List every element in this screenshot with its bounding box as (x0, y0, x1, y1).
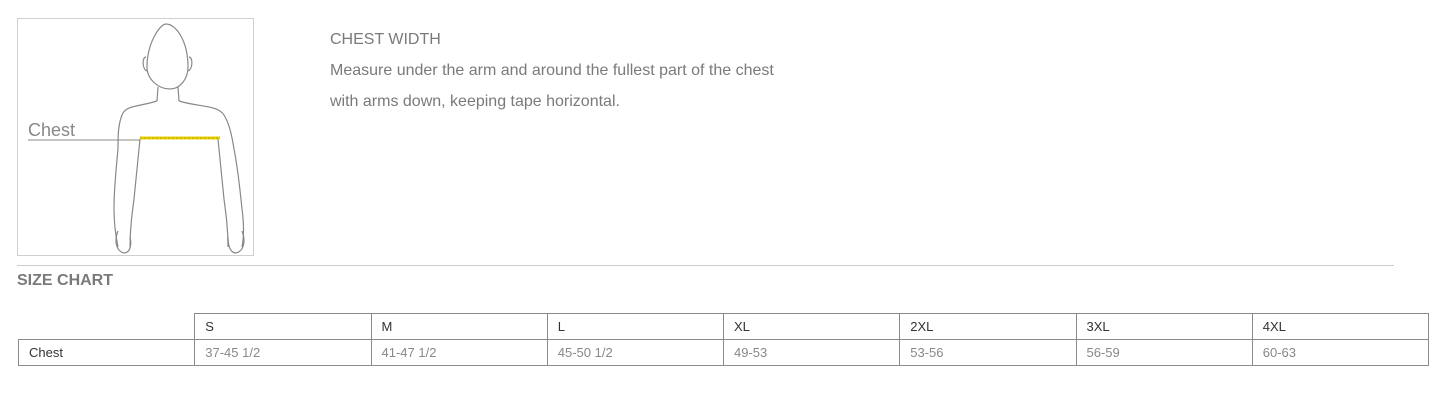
header-corner-cell (18, 313, 196, 340)
measurement-description: CHEST WIDTH Measure under the arm and ar… (330, 24, 890, 117)
chest-value-xl: 49-53 (722, 339, 901, 366)
figure-label-chest: Chest (28, 120, 76, 140)
size-header-xl: XL (722, 313, 901, 340)
chest-value-3xl: 56-59 (1075, 339, 1253, 366)
row-label-chest: Chest (17, 339, 196, 366)
chest-value-l: 45-50 1/2 (546, 339, 725, 366)
chest-value-2xl: 53-56 (899, 339, 1077, 366)
measurement-instruction-line-1: Measure under the arm and around the ful… (330, 62, 774, 79)
size-header-row: S M L XL 2XL 3XL 4XL (18, 313, 1430, 340)
size-header-2xl: 2XL (899, 313, 1077, 340)
size-header-m: M (370, 313, 548, 340)
table-row: Chest 37-45 1/2 41-47 1/2 45-50 1/2 49-5… (17, 339, 1430, 366)
measurement-instruction-line-2: with arms down, keeping tape horizontal. (330, 93, 620, 110)
size-chart-table: S M L XL 2XL 3XL 4XL Chest 37-45 1/2 41-… (17, 313, 1430, 366)
size-chart-title: SIZE CHART (17, 272, 113, 289)
chest-value-m: 41-47 1/2 (370, 339, 548, 366)
section-divider (17, 265, 1394, 266)
chest-value-s: 37-45 1/2 (194, 339, 372, 366)
chest-value-4xl: 60-63 (1251, 339, 1430, 366)
size-header-s: S (194, 313, 372, 340)
size-header-3xl: 3XL (1075, 313, 1253, 340)
measurement-heading: CHEST WIDTH (330, 31, 441, 48)
size-header-4xl: 4XL (1251, 313, 1430, 340)
size-header-l: L (546, 313, 725, 340)
chest-measurement-figure: Chest (17, 18, 254, 256)
